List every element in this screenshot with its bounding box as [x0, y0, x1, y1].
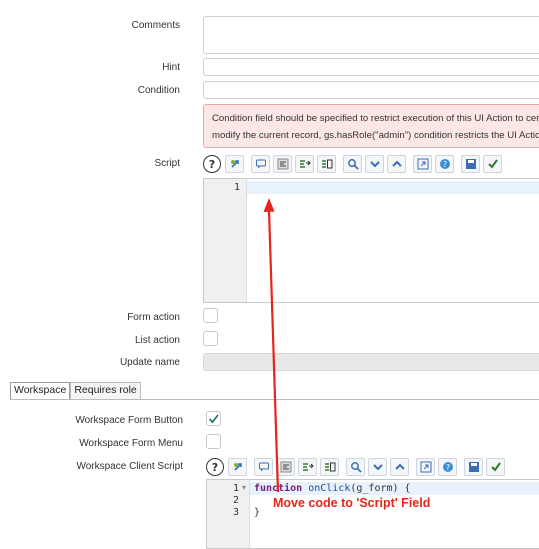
workspace-form-menu-checkbox[interactable]: [206, 434, 221, 449]
info-icon[interactable]: ?: [438, 458, 457, 476]
checkmark-icon: [208, 414, 219, 424]
search-icon[interactable]: [346, 458, 365, 476]
code-line-3: }: [254, 507, 260, 518]
code-function-name: onClick: [308, 483, 351, 494]
fold-marker-icon[interactable]: ▾: [242, 483, 246, 492]
comments-label: Comments: [131, 20, 180, 31]
validate-icon[interactable]: [483, 155, 502, 173]
related-tabs: Workspace Requires role: [10, 382, 141, 399]
code-line-1: function onClick(g_form) {: [254, 483, 411, 494]
workspace-form-button-label: Workspace Form Button: [75, 415, 183, 426]
search-icon[interactable]: [343, 155, 362, 173]
validate-icon[interactable]: [486, 458, 505, 476]
info-icon[interactable]: ?: [435, 155, 454, 173]
fullscreen-icon[interactable]: [413, 155, 432, 173]
script-include-icon[interactable]: [225, 155, 244, 173]
update-name-field: [203, 353, 539, 371]
hint-input[interactable]: [203, 58, 539, 76]
svg-text:?: ?: [445, 463, 449, 472]
update-name-label: Update name: [119, 357, 180, 368]
code-keyword: function: [254, 483, 303, 494]
fold-up-icon[interactable]: [390, 458, 409, 476]
line-number: 3: [232, 507, 239, 518]
save-icon[interactable]: [461, 155, 480, 173]
code-closing-brace: }: [254, 507, 261, 518]
script-label: Script: [154, 158, 180, 169]
line-number: 1: [233, 182, 240, 193]
fold-up-icon[interactable]: [387, 155, 406, 173]
client-script-editor[interactable]: 1 ▾ 2 3 function onClick(g_form) { }: [206, 479, 539, 549]
annotation-text: Move code to 'Script' Field: [273, 496, 431, 510]
svg-text:?: ?: [442, 160, 446, 169]
workspace-client-script-label: Workspace Client Script: [76, 461, 183, 472]
condition-alert-line1: Condition field should be specified to r…: [212, 113, 539, 124]
help-icon[interactable]: ?: [206, 458, 224, 476]
script-include-icon[interactable]: [228, 458, 247, 476]
fold-down-icon[interactable]: [365, 155, 384, 173]
comment-icon[interactable]: [254, 458, 273, 476]
condition-alert-line2: modify the current record, gs.hasRole("a…: [212, 130, 539, 141]
script-editor-gutter: 1: [204, 179, 247, 302]
script-toolbar: ? ?: [203, 154, 505, 174]
comment-icon[interactable]: [251, 155, 270, 173]
line-number: 2: [232, 495, 239, 506]
workspace-form-button-checkbox[interactable]: [206, 411, 221, 426]
fold-down-icon[interactable]: [368, 458, 387, 476]
form-action-checkbox[interactable]: [203, 308, 218, 323]
replace-all-icon[interactable]: [320, 458, 339, 476]
condition-alert: Condition field should be specified to r…: [203, 104, 539, 148]
workspace-form-menu-label: Workspace Form Menu: [79, 438, 183, 449]
replace-icon[interactable]: [295, 155, 314, 173]
tab-requires-role[interactable]: Requires role: [70, 382, 141, 399]
replace-icon[interactable]: [298, 458, 317, 476]
active-line-highlight: [247, 181, 539, 194]
list-action-checkbox[interactable]: [203, 331, 218, 346]
fullscreen-icon[interactable]: [416, 458, 435, 476]
condition-label: Condition: [137, 85, 180, 96]
list-action-label: List action: [134, 335, 180, 346]
format-icon[interactable]: [276, 458, 295, 476]
format-icon[interactable]: [273, 155, 292, 173]
client-script-toolbar: ? ?: [206, 457, 508, 477]
form-action-label: Form action: [127, 312, 180, 323]
line-number: 1: [232, 483, 239, 494]
hint-label: Hint: [162, 62, 180, 73]
help-icon[interactable]: ?: [203, 155, 221, 173]
save-icon[interactable]: [464, 458, 483, 476]
tab-workspace[interactable]: Workspace: [10, 382, 71, 399]
code-params: (g_form) {: [350, 483, 411, 494]
condition-input[interactable]: [203, 81, 539, 99]
comments-textarea[interactable]: [203, 16, 539, 54]
script-editor[interactable]: 1: [203, 178, 539, 303]
client-script-editor-gutter: 1 ▾ 2 3: [207, 480, 250, 548]
replace-all-icon[interactable]: [317, 155, 336, 173]
tab-divider: [10, 399, 539, 400]
